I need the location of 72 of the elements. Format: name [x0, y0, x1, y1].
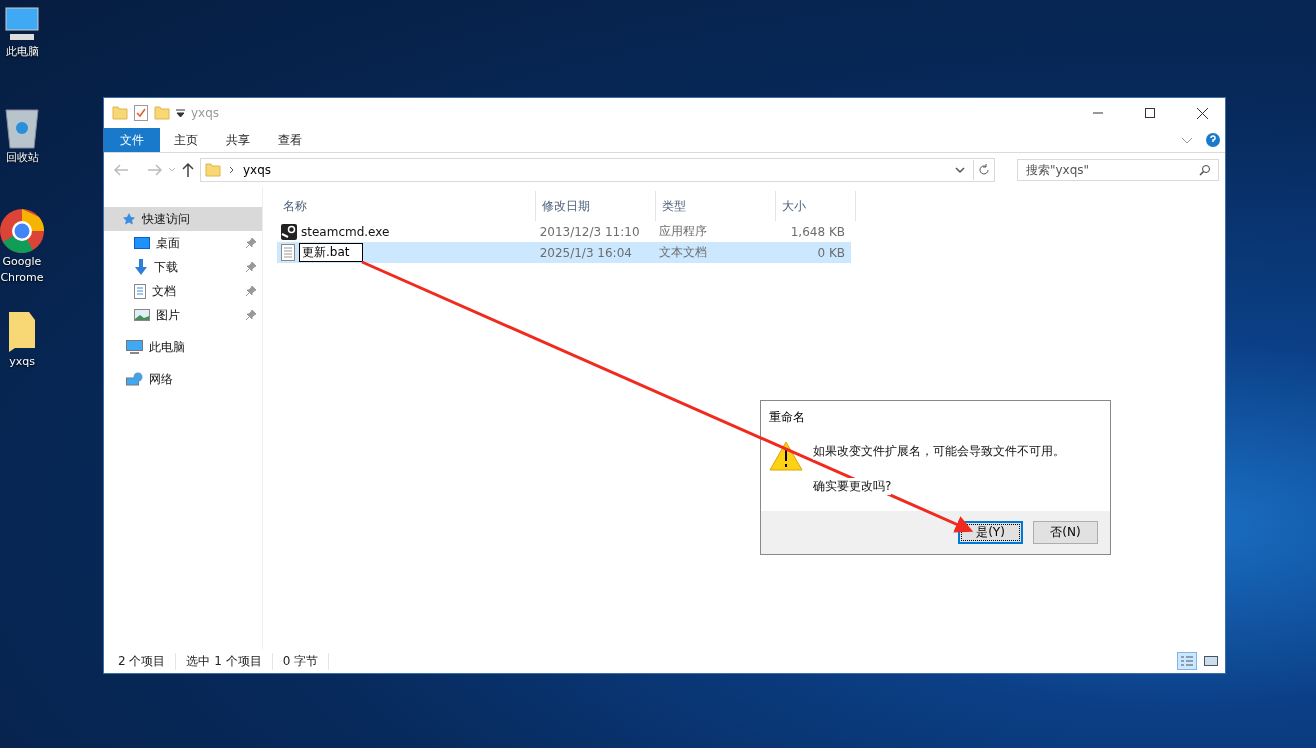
- sidebar-item[interactable]: 下载: [104, 255, 262, 279]
- window-title: yxqs: [191, 106, 221, 120]
- column-header[interactable]: 类型: [656, 191, 776, 221]
- desktop-icon-label[interactable]: Google Chrome: [0, 254, 44, 286]
- folder-icon: [7, 310, 37, 354]
- file-name: steamcmd.exe: [301, 224, 390, 239]
- monitor-icon: [126, 340, 143, 354]
- address-path: yxqs: [243, 163, 273, 177]
- sidebar-item[interactable]: 此电脑: [104, 335, 262, 359]
- pin-icon[interactable]: [246, 286, 256, 296]
- sidebar-item[interactable]: 桌面: [104, 231, 262, 255]
- column-header[interactable]: 大小: [776, 191, 856, 221]
- picture-icon: [134, 309, 150, 321]
- properties-icon[interactable]: [134, 105, 148, 121]
- new-folder-icon: [154, 105, 170, 121]
- folder-icon: [205, 162, 221, 178]
- status-text: 选中 1 个项目: [186, 652, 273, 670]
- file-row[interactable]: 更新.bat 2025/1/3 16:04 文本文档 0 KB: [277, 242, 851, 263]
- sidebar-item[interactable]: 文档: [104, 279, 262, 303]
- warning-icon: [769, 441, 803, 471]
- chrome-logo-icon: [0, 208, 45, 254]
- ribbon-tab[interactable]: 文件: [104, 128, 160, 152]
- picture-icon: [1204, 655, 1218, 667]
- dialog-title: 重命名: [768, 409, 806, 425]
- column-header[interactable]: 名称: [277, 191, 536, 221]
- desktop-icon-label[interactable]: 此电脑: [0, 44, 44, 60]
- pin-icon[interactable]: [246, 262, 256, 272]
- document-icon: [134, 283, 146, 299]
- star-icon: [122, 212, 136, 226]
- dialog-question: 确实要更改吗?: [813, 478, 892, 495]
- pin-icon[interactable]: [246, 310, 256, 320]
- sidebar-item[interactable]: 快速访问: [104, 207, 262, 231]
- dialog-button[interactable]: 是(Y): [958, 521, 1023, 544]
- pin-icon[interactable]: [246, 238, 256, 248]
- sidebar-item[interactable]: 网络: [104, 367, 262, 391]
- size-cell-text: 1,648 KB: [789, 224, 846, 239]
- recycle-bin-icon: [2, 106, 42, 150]
- desktop-icon: [134, 237, 150, 249]
- search-field[interactable]: 搜索"yxqs": [1017, 159, 1219, 181]
- ribbon-tab[interactable]: 共享: [212, 128, 264, 152]
- status-text: 0 字节: [282, 652, 330, 670]
- ribbon-tab[interactable]: 主页: [160, 128, 212, 152]
- search-icon: [1199, 164, 1211, 176]
- status-text: 2 个项目: [118, 652, 177, 670]
- steam-logo-icon: [281, 223, 297, 240]
- dropdown-caret-icon[interactable]: [176, 109, 185, 117]
- ribbon-tab[interactable]: 查看: [264, 128, 316, 152]
- download-arrow-icon: [134, 259, 148, 275]
- desktop-icon-label[interactable]: 回收站: [0, 150, 44, 166]
- size-cell-text: 0 KB: [816, 245, 846, 260]
- forward-arrow-icon[interactable]: [148, 164, 162, 176]
- rename-field[interactable]: 更新.bat: [299, 243, 363, 262]
- up-arrow-icon[interactable]: [182, 163, 194, 177]
- file-row[interactable]: steamcmd.exe 2013/12/3 11:10 应用程序 1,648 KB: [277, 221, 851, 242]
- maximize-icon: [1145, 108, 1155, 118]
- sidebar-item[interactable]: 图片: [104, 303, 262, 327]
- date-cell-text: 2013/12/3 11:10: [538, 224, 641, 239]
- column-header[interactable]: 修改日期: [536, 191, 656, 221]
- text-file-icon: [281, 244, 295, 261]
- type-cell-text: 文本文档: [657, 244, 708, 261]
- close-icon: [1196, 107, 1208, 119]
- date-cell-text: 2025/1/3 16:04: [538, 245, 633, 260]
- back-arrow-icon[interactable]: [114, 164, 128, 176]
- address-bar[interactable]: yxqs: [200, 158, 995, 182]
- chevron-right-icon: [229, 166, 235, 174]
- folder-icon: [112, 105, 128, 121]
- network-icon: [126, 371, 143, 387]
- details-list-icon: [1180, 655, 1194, 667]
- dialog-button[interactable]: 否(N): [1033, 521, 1098, 544]
- chevron-down-icon[interactable]: [955, 166, 965, 174]
- desktop-icon-label[interactable]: yxqs: [0, 354, 44, 370]
- type-cell-text: 应用程序: [657, 223, 708, 240]
